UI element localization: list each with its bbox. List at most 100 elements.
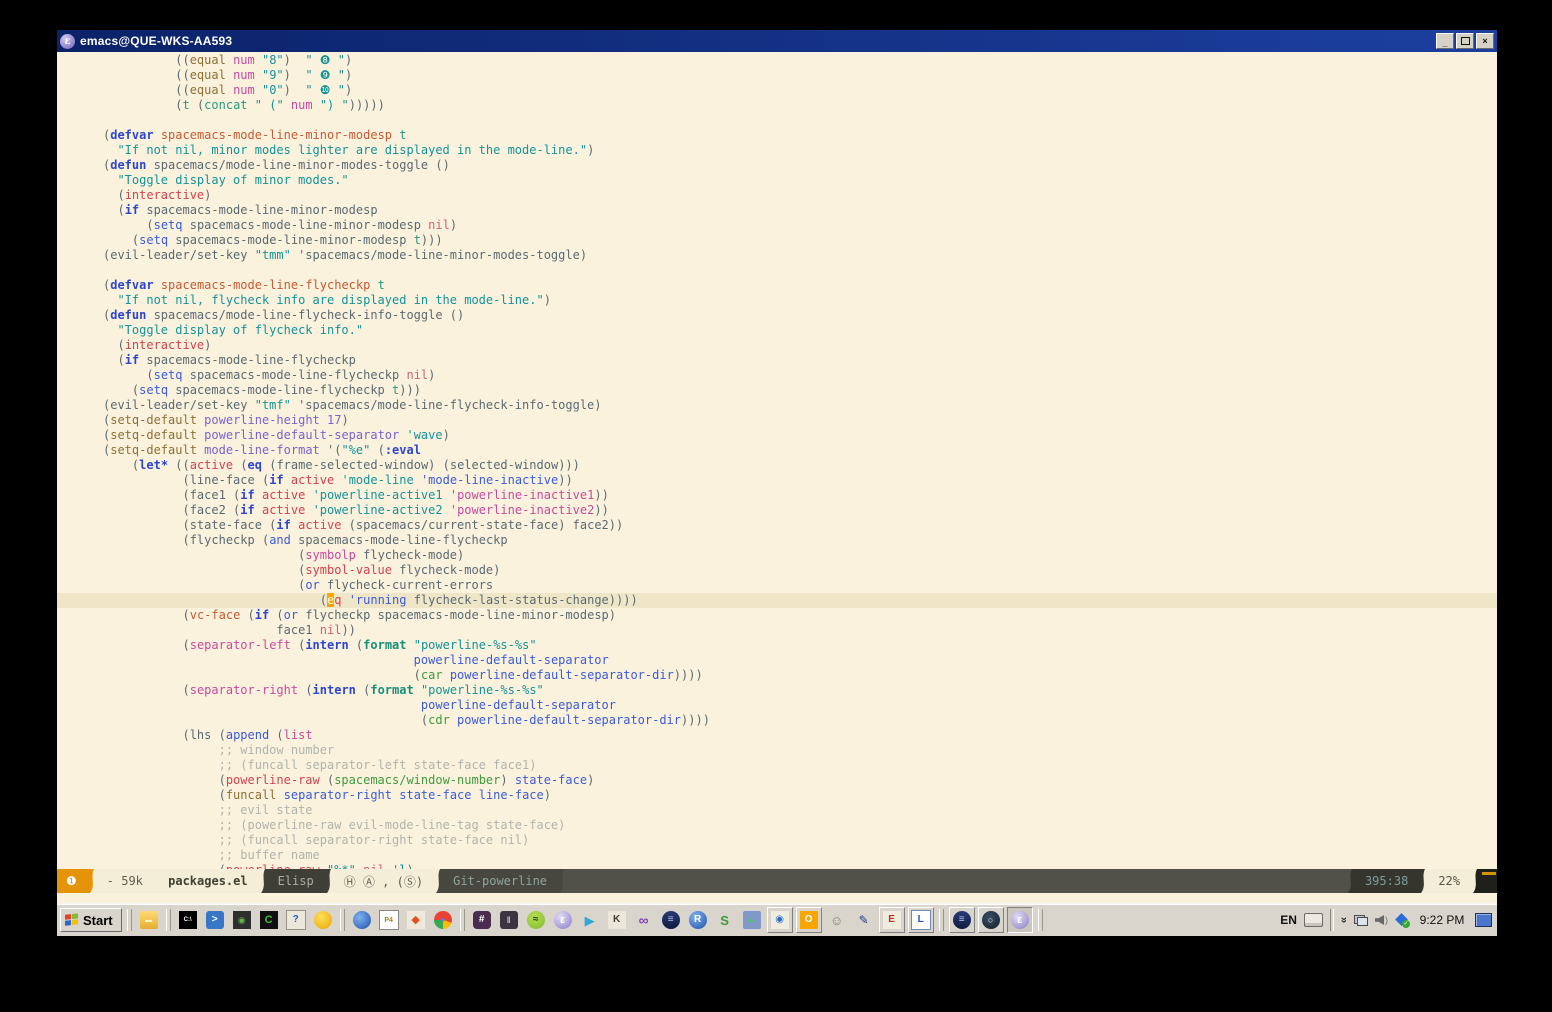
modeline-buffer-name[interactable]: packages.el — [159, 869, 256, 893]
code-line: (flycheckp (and spacemacs-mode-line-flyc… — [103, 533, 1497, 548]
code-line: (setq spacemacs-mode-line-minor-modesp n… — [103, 218, 1497, 233]
toolbar-grip[interactable] — [340, 909, 345, 931]
emacs-app-icon: ε — [60, 34, 75, 49]
restore-icon — [1461, 37, 1470, 45]
toolbar-grip[interactable] — [1038, 909, 1043, 931]
code-line: (separator-right (intern (format "powerl… — [103, 683, 1497, 698]
command-prompt-icon[interactable]: C:\ — [176, 908, 200, 932]
volume-icon[interactable]: ) — [1375, 915, 1388, 925]
perforce-p4-icon[interactable]: P4 — [377, 908, 401, 932]
gimp-wilber-icon[interactable]: ☺ — [825, 908, 849, 932]
code-line: (if spacemacs-mode-line-flycheckp — [103, 353, 1497, 368]
toolbar-grip[interactable] — [939, 909, 944, 931]
spotify-icon[interactable]: ≈ — [524, 908, 548, 932]
infinity-app-icon[interactable]: ∞ — [632, 908, 656, 932]
code-line: ((equal num "8") " ❽ ") — [103, 53, 1497, 68]
code-line: ((equal num "9") " ❾ ") — [103, 68, 1497, 83]
emacs-sphere-icon[interactable]: ε — [551, 908, 575, 932]
outlook-icon[interactable]: O — [796, 907, 822, 933]
powershell-icon[interactable]: > — [203, 908, 227, 932]
google-play-icon[interactable]: ▶ — [578, 908, 602, 932]
modeline-window-number: ❶ — [57, 869, 86, 893]
setup-help-icon[interactable]: ? — [284, 908, 308, 932]
echo-area[interactable] — [57, 893, 1497, 903]
windows-flag-icon — [65, 913, 79, 927]
code-line: (setq-default powerline-default-separato… — [103, 428, 1497, 443]
code-line: (face2 (if active 'powerline-active2 'po… — [103, 503, 1497, 518]
start-button[interactable]: Start — [60, 908, 122, 932]
code-line: (interactive) — [103, 338, 1497, 353]
code-line: (setq-default powerline-height 17) — [103, 413, 1497, 428]
toolbar-grip[interactable] — [166, 909, 171, 931]
restore-button[interactable] — [1456, 33, 1474, 49]
modeline-minor-modes[interactable]: Ⓗ Ⓐ , (Ⓢ) — [335, 869, 432, 893]
modeline-buffer-state-size: - 59k — [98, 869, 159, 893]
code-line: (evil-leader/set-key "tmm" 'spacemacs/mo… — [103, 248, 1497, 263]
toolbar-grip[interactable] — [127, 909, 132, 931]
remote-desktop-icon[interactable]: ▸ — [740, 908, 764, 932]
code-line: powerline-default-separator — [103, 653, 1497, 668]
modeline-vc-branch[interactable]: Git-powerline — [444, 869, 556, 893]
code-line: (defun spacemacs/mode-line-flycheck-info… — [103, 308, 1497, 323]
code-line: "Toggle display of flycheck info." — [103, 323, 1497, 338]
code-line: (separator-left (intern (format "powerli… — [103, 638, 1497, 653]
code-line: ;; evil state — [103, 803, 1497, 818]
pen-app-icon[interactable]: ✎ — [852, 908, 876, 932]
language-indicator[interactable]: EN — [1280, 913, 1297, 927]
start-label: Start — [83, 913, 113, 928]
code-line: (defun spacemacs/mode-line-minor-modes-t… — [103, 158, 1497, 173]
code-line: (state-face (if active (spacemacs/curren… — [103, 518, 1497, 533]
code-line: powerline-default-separator — [103, 698, 1497, 713]
code-line: (line-face (if active 'mode-line 'mode-l… — [103, 473, 1497, 488]
globe-browser-icon[interactable] — [350, 908, 374, 932]
eclipse-icon[interactable]: ≡ — [659, 908, 683, 932]
code-line: (funcall separator-right state-face line… — [103, 788, 1497, 803]
code-line: (lhs (append (list — [103, 728, 1497, 743]
pandora-icon[interactable]: ‖ — [497, 908, 521, 932]
code-line: (or flycheck-current-errors — [103, 578, 1497, 593]
code-line: (defvar spacemacs-mode-line-flycheckp t — [103, 278, 1497, 293]
folder-explorer-icon[interactable]: ▬ — [137, 908, 161, 932]
title-bar[interactable]: ε emacs@QUE-WKS-AA593 _ × — [57, 30, 1497, 52]
code-line: (car powerline-default-separator-dir)))) — [103, 668, 1497, 683]
code-line: (setq-default mode-line-format '("%e" (:… — [103, 443, 1497, 458]
modeline-scroll-percent: 22% — [1429, 869, 1469, 893]
code-line: ;; (funcall separator-right state-face n… — [103, 833, 1497, 848]
dropbox-icon[interactable]: ✓ — [1395, 913, 1409, 927]
chrome-icon[interactable]: ● — [431, 908, 455, 932]
close-button[interactable]: × — [1476, 33, 1494, 49]
window-title: emacs@QUE-WKS-AA593 — [80, 34, 1434, 48]
taskbar-clock[interactable]: 9:22 PM — [1416, 913, 1468, 927]
diamond-app-icon[interactable]: ◆ — [404, 908, 428, 932]
emacs-e-logo-icon[interactable]: E — [879, 907, 905, 933]
rubber-duck-icon[interactable] — [311, 908, 335, 932]
steam-task-button[interactable]: ○ — [978, 907, 1004, 933]
minimize-button[interactable]: _ — [1436, 33, 1454, 49]
taskbar: Start ▬C:\>◉C?P4◆●#‖≈ε▶K∞≡RS▸◉O☺✎EL≡○ε E… — [57, 903, 1497, 936]
tray-separator — [1330, 909, 1334, 931]
network-icon[interactable] — [1354, 915, 1368, 926]
keyboard-layout-icon[interactable] — [1304, 913, 1323, 927]
media-player-icon[interactable]: ◉ — [230, 908, 254, 932]
cygwin-terminal-icon[interactable]: C — [257, 908, 281, 932]
labview-icon[interactable]: L — [908, 907, 934, 933]
modeline-filler — [568, 869, 1344, 893]
code-line: ((equal num "0") " ❿ ") — [103, 83, 1497, 98]
desktop-screen: ε emacs@QUE-WKS-AA593 _ × ((equal num "8… — [57, 30, 1497, 935]
r-app-icon[interactable]: R — [686, 908, 710, 932]
modeline-wave-separator — [1469, 869, 1481, 893]
snake-app-icon[interactable]: S — [713, 908, 737, 932]
show-desktop-button[interactable] — [1475, 913, 1492, 927]
modeline-major-mode[interactable]: Elisp — [269, 869, 323, 893]
code-buffer[interactable]: ((equal num "8") " ❽ ") ((equal num "9")… — [57, 52, 1497, 869]
k-hand-app-icon[interactable]: K — [605, 908, 629, 932]
hidden-icons-chevron[interactable]: « — [1338, 917, 1350, 923]
code-line: (symbolp flycheck-mode) — [103, 548, 1497, 563]
toolbar-grip[interactable] — [460, 909, 465, 931]
slack-icon[interactable]: # — [470, 908, 494, 932]
code-line: face1 nil)) — [103, 623, 1497, 638]
emacs-task-button[interactable]: ε — [1007, 907, 1033, 933]
eclipse-task-button[interactable]: ≡ — [949, 907, 975, 933]
eye-viewer-icon[interactable]: ◉ — [767, 907, 793, 933]
code-line: (t (concat " (" num ") "))))) — [103, 98, 1497, 113]
